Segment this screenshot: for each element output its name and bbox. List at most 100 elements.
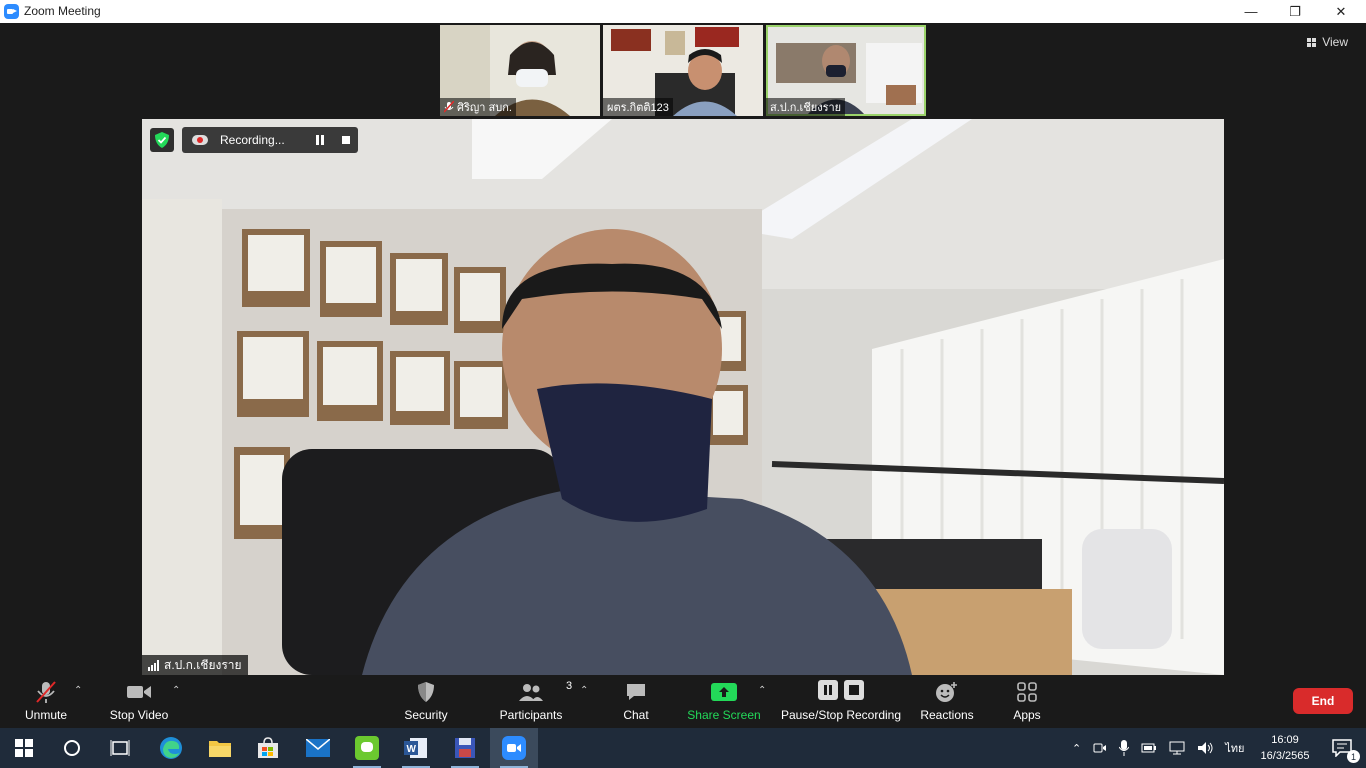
chat-button[interactable]: Chat (612, 676, 660, 728)
floppy-disk-icon (455, 738, 475, 758)
zoom-icon (502, 736, 526, 760)
share-options-caret-icon[interactable]: ⌃ (758, 685, 766, 696)
meet-now-camera-icon[interactable] (1093, 741, 1107, 755)
active-speaker-name: ส.ป.ก.เชียงราย (164, 657, 242, 672)
svg-text:W: W (407, 744, 417, 755)
security-label: Security (404, 708, 448, 722)
shield-icon (418, 682, 434, 702)
apps-label: Apps (1013, 708, 1041, 722)
line-app-button[interactable] (343, 728, 391, 768)
share-screen-icon (711, 683, 737, 701)
stop-icon (844, 680, 864, 700)
pause-icon (818, 680, 838, 700)
video-camera-icon (127, 686, 151, 698)
system-tray: ⌃ ไทย (1072, 728, 1244, 768)
restore-button[interactable]: ❐ (1272, 0, 1318, 23)
pause-stop-recording-label: Pause/Stop Recording (780, 708, 902, 722)
cortana-circle-icon (64, 740, 80, 756)
participant-name: ส.ป.ก.เชียงราย (770, 102, 842, 114)
action-center-button[interactable]: 1 (1318, 728, 1366, 768)
video-options-caret-icon[interactable]: ⌃ (172, 685, 180, 696)
mail-envelope-icon (306, 739, 330, 757)
security-shield-indicator[interactable] (150, 128, 174, 152)
microsoft-store-button[interactable] (244, 728, 292, 768)
microphone-icon[interactable] (1119, 740, 1130, 756)
chat-bubble-icon (627, 684, 645, 700)
start-button[interactable] (0, 728, 48, 768)
smiley-plus-icon (936, 682, 957, 702)
task-view-icon (110, 740, 130, 756)
taskbar-clock[interactable]: 16:09 16/3/2565 (1250, 732, 1320, 764)
stop-video-button[interactable]: Stop Video (104, 676, 174, 728)
view-button[interactable]: View (1307, 35, 1348, 49)
zoom-app-button[interactable] (490, 728, 538, 768)
pause-recording-icon[interactable] (316, 135, 324, 145)
task-view-button[interactable] (96, 728, 144, 768)
close-button[interactable]: ✕ (1318, 0, 1364, 23)
stop-video-label: Stop Video (109, 708, 169, 722)
participant-name-label: ศิริญา สบก. (440, 98, 516, 116)
participants-label: Participants (499, 708, 563, 722)
signal-strength-icon (148, 659, 159, 671)
clock-time: 16:09 (1271, 734, 1299, 746)
unmute-button[interactable]: Unmute (14, 676, 78, 728)
muted-mic-icon (444, 101, 454, 113)
participants-button[interactable]: 3 Participants (496, 676, 572, 728)
participant-thumbnail[interactable]: ผตร.กิตติ123 (603, 25, 763, 116)
active-speaker-video: Recording... ส.ป.ก.เชียงราย (142, 119, 1224, 675)
folder-icon (209, 741, 231, 757)
participant-thumbnail[interactable]: ศิริญา สบก. (440, 25, 600, 116)
grid-view-icon (1307, 37, 1317, 47)
search-button[interactable] (48, 728, 96, 768)
participants-options-caret-icon[interactable]: ⌃ (580, 685, 588, 696)
share-screen-label: Share Screen (687, 708, 761, 722)
muted-microphone-icon (36, 681, 56, 703)
reactions-button[interactable]: Reactions (916, 676, 978, 728)
audio-options-caret-icon[interactable]: ⌃ (74, 685, 82, 696)
end-meeting-button[interactable]: End (1293, 688, 1353, 714)
recording-indicator: Recording... (182, 127, 358, 153)
cloud-recording-icon (192, 135, 208, 145)
view-button-label: View (1322, 35, 1348, 49)
notification-badge: 1 (1347, 750, 1360, 763)
zoom-app-icon (4, 4, 19, 19)
security-button[interactable]: Security (396, 676, 456, 728)
network-icon[interactable] (1169, 741, 1185, 755)
window-title: Zoom Meeting (24, 4, 101, 18)
meeting-toolbar: Unmute ⌃ Stop Video ⌃ Security 3 Partici… (0, 676, 1366, 728)
participant-name: ผตร.กิตติ123 (607, 102, 669, 114)
reactions-label: Reactions (920, 708, 974, 722)
input-language-indicator[interactable]: ไทย (1225, 739, 1244, 757)
shield-check-icon (155, 132, 169, 148)
stop-recording-icon[interactable] (342, 136, 350, 144)
battery-icon[interactable] (1141, 742, 1157, 754)
speaker-video-frame (142, 119, 1224, 675)
meeting-area: ศิริญา สบก. ผตร.กิตติ123 ส.ป.ก.เชียงราย … (0, 23, 1366, 676)
recording-label: Recording... (220, 133, 285, 147)
mail-button[interactable] (294, 728, 342, 768)
participant-name-label: ผตร.กิตติ123 (603, 98, 673, 116)
word-icon: W (404, 738, 427, 758)
line-messenger-icon (355, 736, 379, 760)
save-app-button[interactable] (441, 728, 489, 768)
unmute-label: Unmute (24, 708, 68, 722)
file-explorer-button[interactable] (196, 728, 244, 768)
share-screen-button[interactable]: Share Screen (686, 676, 762, 728)
participant-thumbnail-active[interactable]: ส.ป.ก.เชียงราย (766, 25, 926, 116)
window-titlebar: Zoom Meeting — ❐ ✕ (0, 0, 1366, 23)
minimize-button[interactable]: — (1228, 0, 1274, 23)
windows-taskbar: W ⌃ ไทย 16:09 16/3/2565 1 (0, 728, 1366, 768)
show-hidden-icons-chevron-up-icon[interactable]: ⌃ (1072, 742, 1081, 755)
active-speaker-label: ส.ป.ก.เชียงราย (142, 655, 248, 675)
edge-browser-button[interactable] (147, 728, 195, 768)
participants-count: 3 (566, 680, 573, 692)
pause-stop-recording-button[interactable]: Pause/Stop Recording (778, 676, 904, 728)
word-app-button[interactable]: W (392, 728, 440, 768)
apps-icon (1017, 682, 1037, 702)
edge-icon (160, 737, 182, 759)
chat-label: Chat (623, 708, 649, 722)
store-bag-icon (258, 737, 278, 758)
apps-button[interactable]: Apps (1004, 676, 1050, 728)
speaker-volume-icon[interactable] (1197, 741, 1213, 755)
clock-date: 16/3/2565 (1260, 750, 1310, 762)
